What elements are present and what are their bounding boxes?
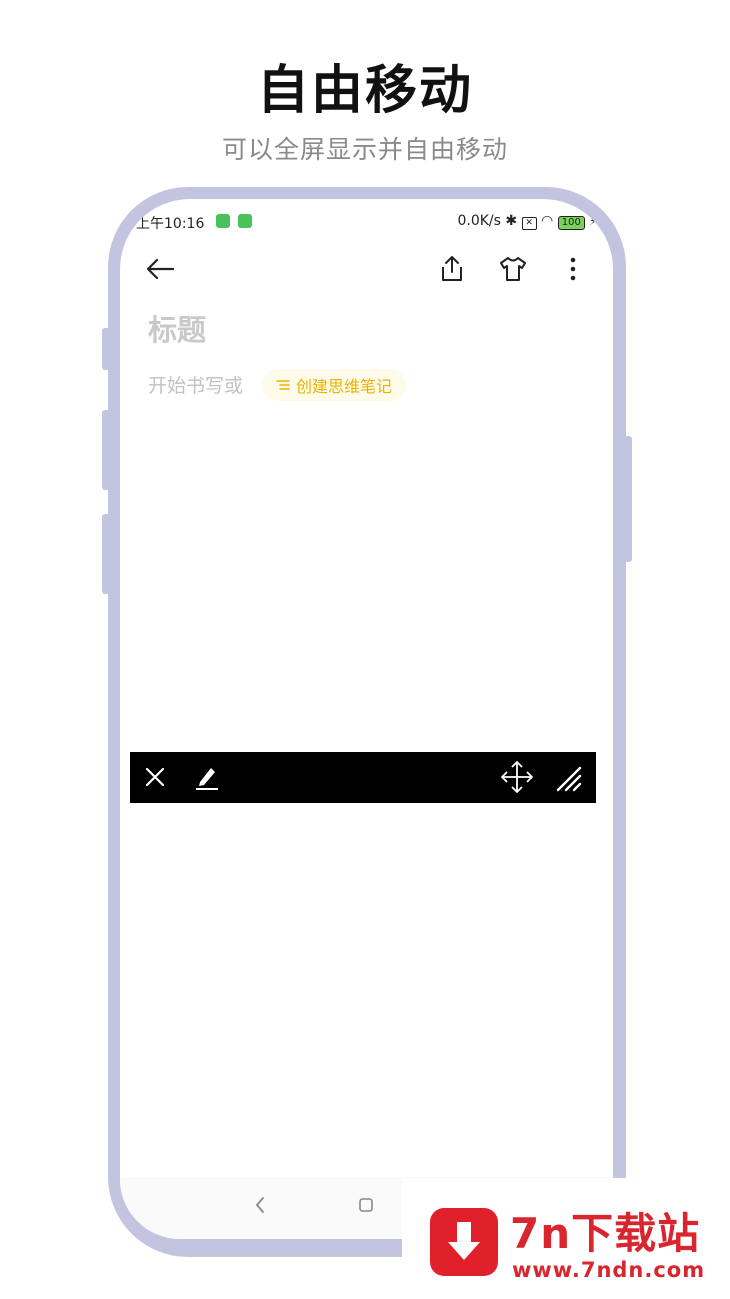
move-icon (501, 761, 533, 793)
close-button[interactable] (144, 766, 166, 792)
chevron-left-icon (255, 1197, 264, 1213)
bluetooth-icon: ✱ (505, 213, 518, 229)
app-bar (120, 249, 613, 293)
notification-app-icon (238, 214, 252, 228)
nav-home-button[interactable] (358, 1197, 374, 1217)
promo-subtitle: 可以全屏显示并自由移动 (221, 135, 508, 164)
note-body-input[interactable]: 开始书写或 (148, 371, 243, 398)
share-icon (442, 256, 462, 281)
share-button[interactable] (434, 251, 470, 287)
phone-side-button (102, 410, 110, 490)
theme-button[interactable] (495, 251, 531, 287)
notification-app-icon (216, 214, 230, 228)
create-mind-note-label: 创建思维笔记 (296, 377, 393, 396)
network-speed: 0.0K/s (457, 213, 501, 229)
watermark-url: www.7ndn.com (512, 1258, 706, 1282)
more-vertical-icon (570, 257, 576, 281)
list-icon (276, 380, 290, 390)
square-icon (359, 1198, 373, 1212)
arrow-left-icon (146, 258, 175, 280)
phone-screen: 上午10:16 0.0K/s ✱ ✕ ◠ 100 ⚡ 标题 开始书写或 创建思维… (120, 199, 613, 1239)
status-time: 上午10:16 (136, 216, 205, 232)
phone-side-button (102, 514, 110, 594)
charging-icon: ⚡ (589, 215, 597, 228)
nav-back-button[interactable] (254, 1195, 266, 1219)
promo-title: 自由移动 (256, 61, 473, 121)
close-icon (145, 767, 165, 787)
download-logo-icon (430, 1208, 498, 1276)
floating-toolbar[interactable] (130, 752, 596, 803)
watermark-brand: 7n下载站 (510, 1209, 701, 1258)
status-right: 0.0K/s ✱ ✕ ◠ 100 ⚡ (457, 213, 597, 230)
phone-side-button (624, 436, 632, 562)
battery-level: 100 (561, 217, 581, 228)
pen-icon (196, 768, 218, 790)
move-button[interactable] (500, 760, 534, 798)
resize-icon (556, 766, 582, 792)
battery-icon: 100 (557, 216, 585, 230)
more-button[interactable] (555, 251, 591, 287)
tshirt-icon (500, 257, 526, 281)
create-mind-note-button[interactable]: 创建思维笔记 (262, 369, 407, 401)
phone-side-button (102, 328, 110, 370)
back-button[interactable] (142, 251, 178, 287)
wifi-icon: ◠ (541, 213, 554, 229)
edit-button[interactable] (194, 764, 220, 794)
note-title-input[interactable]: 标题 (148, 307, 206, 349)
sim-icon: ✕ (521, 217, 537, 230)
status-bar: 上午10:16 0.0K/s ✱ ✕ ◠ 100 ⚡ (120, 209, 613, 235)
resize-button[interactable] (556, 764, 582, 796)
site-watermark: 7n下载站 www.7ndn.com (402, 1178, 730, 1299)
